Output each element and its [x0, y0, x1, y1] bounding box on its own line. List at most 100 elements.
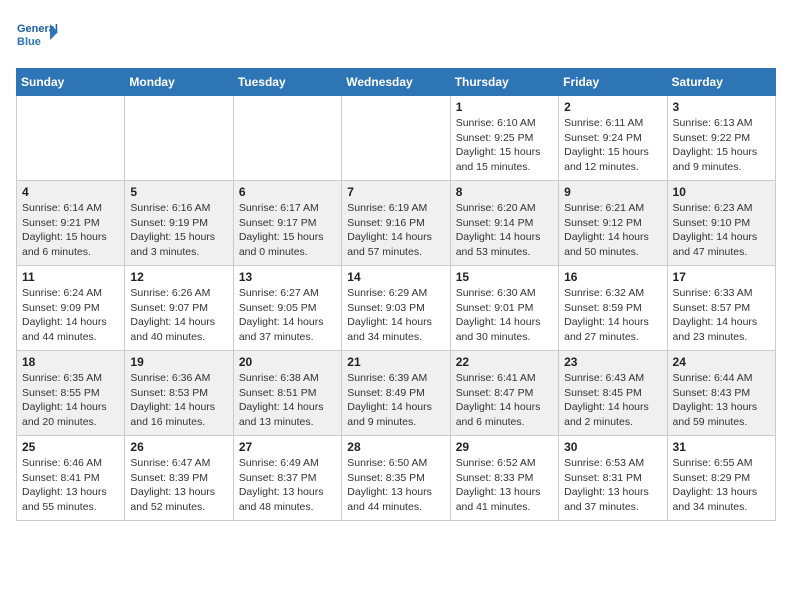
- cell-info: Sunrise: 6:55 AM Sunset: 8:29 PM Dayligh…: [673, 456, 770, 515]
- day-number: 17: [673, 270, 770, 284]
- calendar-cell: 13Sunrise: 6:27 AM Sunset: 9:05 PM Dayli…: [233, 266, 341, 351]
- day-number: 6: [239, 185, 336, 199]
- cell-info: Sunrise: 6:33 AM Sunset: 8:57 PM Dayligh…: [673, 286, 770, 345]
- calendar-cell: 8 Sunrise: 6:20 AM Sunset: 9:14 PM Daylig…: [450, 181, 558, 266]
- cell-info: Sunrise: 6:16 AM Sunset: 9:19 PM Dayligh…: [130, 201, 227, 260]
- calendar-cell: 4 Sunrise: 6:14 AM Sunset: 9:21 PM Daylig…: [17, 181, 125, 266]
- calendar-cell: 11 Sunrise: 6:24 AM Sunset: 9:09 PM Dayli…: [17, 266, 125, 351]
- cell-info: Sunrise: 6:41 AM Sunset: 8:47 PM Dayligh…: [456, 371, 553, 430]
- cell-info: Sunrise: 6:32 AM Sunset: 8:59 PM Dayligh…: [564, 286, 661, 345]
- calendar-cell: 29 Sunrise: 6:52 AM Sunset: 8:33 PM Dayli…: [450, 436, 558, 521]
- calendar-week-row: 25Sunrise: 6:46 AM Sunset: 8:41 PM Dayli…: [17, 436, 776, 521]
- day-number: 11: [22, 270, 119, 284]
- day-number: 21: [347, 355, 444, 369]
- calendar-cell: 24 Sunrise: 6:44 AM Sunset: 8:43 PM Dayli…: [667, 351, 775, 436]
- day-number: 7: [347, 185, 444, 199]
- svg-text:Blue: Blue: [17, 36, 41, 48]
- calendar-cell: 28Sunrise: 6:50 AM Sunset: 8:35 PM Dayli…: [342, 436, 450, 521]
- cell-info: Sunrise: 6:38 AM Sunset: 8:51 PM Dayligh…: [239, 371, 336, 430]
- day-number: 23: [564, 355, 661, 369]
- calendar-cell: 18 Sunrise: 6:35 AM Sunset: 8:55 PM Dayli…: [17, 351, 125, 436]
- calendar-cell: [342, 96, 450, 181]
- header-monday: Monday: [125, 69, 233, 96]
- day-number: 13: [239, 270, 336, 284]
- day-number: 1: [456, 100, 553, 114]
- day-number: 3: [673, 100, 770, 114]
- day-number: 22: [456, 355, 553, 369]
- cell-info: Sunrise: 6:35 AM Sunset: 8:55 PM Dayligh…: [22, 371, 119, 430]
- day-number: 5: [130, 185, 227, 199]
- logo-svg: General Blue: [16, 16, 58, 58]
- day-number: 14: [347, 270, 444, 284]
- calendar-header-row: SundayMondayTuesdayWednesdayThursdayFrid…: [17, 69, 776, 96]
- day-number: 16: [564, 270, 661, 284]
- cell-info: Sunrise: 6:30 AM Sunset: 9:01 PM Dayligh…: [456, 286, 553, 345]
- cell-info: Sunrise: 6:49 AM Sunset: 8:37 PM Dayligh…: [239, 456, 336, 515]
- calendar-cell: 14 Sunrise: 6:29 AM Sunset: 9:03 PM Dayli…: [342, 266, 450, 351]
- calendar-cell: 12 Sunrise: 6:26 AM Sunset: 9:07 PM Dayli…: [125, 266, 233, 351]
- cell-info: Sunrise: 6:11 AM Sunset: 9:24 PM Dayligh…: [564, 116, 661, 175]
- calendar-cell: 23 Sunrise: 6:43 AM Sunset: 8:45 PM Dayli…: [559, 351, 667, 436]
- calendar-cell: 20 Sunrise: 6:38 AM Sunset: 8:51 PM Dayli…: [233, 351, 341, 436]
- day-number: 20: [239, 355, 336, 369]
- cell-info: Sunrise: 6:52 AM Sunset: 8:33 PM Dayligh…: [456, 456, 553, 515]
- day-number: 29: [456, 440, 553, 454]
- cell-info: Sunrise: 6:47 AM Sunset: 8:39 PM Dayligh…: [130, 456, 227, 515]
- cell-info: Sunrise: 6:17 AM Sunset: 9:17 PM Dayligh…: [239, 201, 336, 260]
- calendar-cell: 3 Sunrise: 6:13 AM Sunset: 9:22 PM Daylig…: [667, 96, 775, 181]
- calendar-cell: 2 Sunrise: 6:11 AM Sunset: 9:24 PM Daylig…: [559, 96, 667, 181]
- calendar-cell: 15 Sunrise: 6:30 AM Sunset: 9:01 PM Dayli…: [450, 266, 558, 351]
- cell-info: Sunrise: 6:36 AM Sunset: 8:53 PM Dayligh…: [130, 371, 227, 430]
- cell-info: Sunrise: 6:24 AM Sunset: 9:09 PM Dayligh…: [22, 286, 119, 345]
- header-wednesday: Wednesday: [342, 69, 450, 96]
- calendar-cell: 1 Sunrise: 6:10 AM Sunset: 9:25 PM Daylig…: [450, 96, 558, 181]
- cell-info: Sunrise: 6:23 AM Sunset: 9:10 PM Dayligh…: [673, 201, 770, 260]
- page-header: General Blue: [16, 16, 776, 58]
- header-thursday: Thursday: [450, 69, 558, 96]
- cell-info: Sunrise: 6:10 AM Sunset: 9:25 PM Dayligh…: [456, 116, 553, 175]
- day-number: 8: [456, 185, 553, 199]
- header-friday: Friday: [559, 69, 667, 96]
- day-number: 15: [456, 270, 553, 284]
- calendar-cell: 31Sunrise: 6:55 AM Sunset: 8:29 PM Dayli…: [667, 436, 775, 521]
- cell-info: Sunrise: 6:26 AM Sunset: 9:07 PM Dayligh…: [130, 286, 227, 345]
- day-number: 26: [130, 440, 227, 454]
- calendar-cell: 30 Sunrise: 6:53 AM Sunset: 8:31 PM Dayli…: [559, 436, 667, 521]
- day-number: 18: [22, 355, 119, 369]
- day-number: 12: [130, 270, 227, 284]
- day-number: 10: [673, 185, 770, 199]
- calendar-cell: 17 Sunrise: 6:33 AM Sunset: 8:57 PM Dayli…: [667, 266, 775, 351]
- calendar-cell: 10 Sunrise: 6:23 AM Sunset: 9:10 PM Dayli…: [667, 181, 775, 266]
- calendar-week-row: 1 Sunrise: 6:10 AM Sunset: 9:25 PM Daylig…: [17, 96, 776, 181]
- day-number: 2: [564, 100, 661, 114]
- cell-info: Sunrise: 6:13 AM Sunset: 9:22 PM Dayligh…: [673, 116, 770, 175]
- cell-info: Sunrise: 6:39 AM Sunset: 8:49 PM Dayligh…: [347, 371, 444, 430]
- day-number: 27: [239, 440, 336, 454]
- calendar-cell: 19 Sunrise: 6:36 AM Sunset: 8:53 PM Dayli…: [125, 351, 233, 436]
- calendar-cell: 22 Sunrise: 6:41 AM Sunset: 8:47 PM Dayli…: [450, 351, 558, 436]
- calendar-week-row: 11 Sunrise: 6:24 AM Sunset: 9:09 PM Dayli…: [17, 266, 776, 351]
- calendar-cell: 25Sunrise: 6:46 AM Sunset: 8:41 PM Dayli…: [17, 436, 125, 521]
- day-number: 4: [22, 185, 119, 199]
- cell-info: Sunrise: 6:20 AM Sunset: 9:14 PM Dayligh…: [456, 201, 553, 260]
- calendar-cell: 5 Sunrise: 6:16 AM Sunset: 9:19 PM Daylig…: [125, 181, 233, 266]
- calendar-cell: 26 Sunrise: 6:47 AM Sunset: 8:39 PM Dayli…: [125, 436, 233, 521]
- calendar-cell: 7Sunrise: 6:19 AM Sunset: 9:16 PM Daylig…: [342, 181, 450, 266]
- cell-info: Sunrise: 6:43 AM Sunset: 8:45 PM Dayligh…: [564, 371, 661, 430]
- calendar-table: SundayMondayTuesdayWednesdayThursdayFrid…: [16, 68, 776, 521]
- calendar-cell: 6 Sunrise: 6:17 AM Sunset: 9:17 PM Daylig…: [233, 181, 341, 266]
- day-number: 9: [564, 185, 661, 199]
- day-number: 24: [673, 355, 770, 369]
- cell-info: Sunrise: 6:21 AM Sunset: 9:12 PM Dayligh…: [564, 201, 661, 260]
- header-tuesday: Tuesday: [233, 69, 341, 96]
- logo: General Blue: [16, 16, 58, 58]
- day-number: 25: [22, 440, 119, 454]
- cell-info: Sunrise: 6:14 AM Sunset: 9:21 PM Dayligh…: [22, 201, 119, 260]
- day-number: 30: [564, 440, 661, 454]
- cell-info: Sunrise: 6:53 AM Sunset: 8:31 PM Dayligh…: [564, 456, 661, 515]
- calendar-cell: 21 Sunrise: 6:39 AM Sunset: 8:49 PM Dayli…: [342, 351, 450, 436]
- cell-info: Sunrise: 6:29 AM Sunset: 9:03 PM Dayligh…: [347, 286, 444, 345]
- cell-info: Sunrise: 6:44 AM Sunset: 8:43 PM Dayligh…: [673, 371, 770, 430]
- calendar-cell: 16 Sunrise: 6:32 AM Sunset: 8:59 PM Dayli…: [559, 266, 667, 351]
- day-number: 19: [130, 355, 227, 369]
